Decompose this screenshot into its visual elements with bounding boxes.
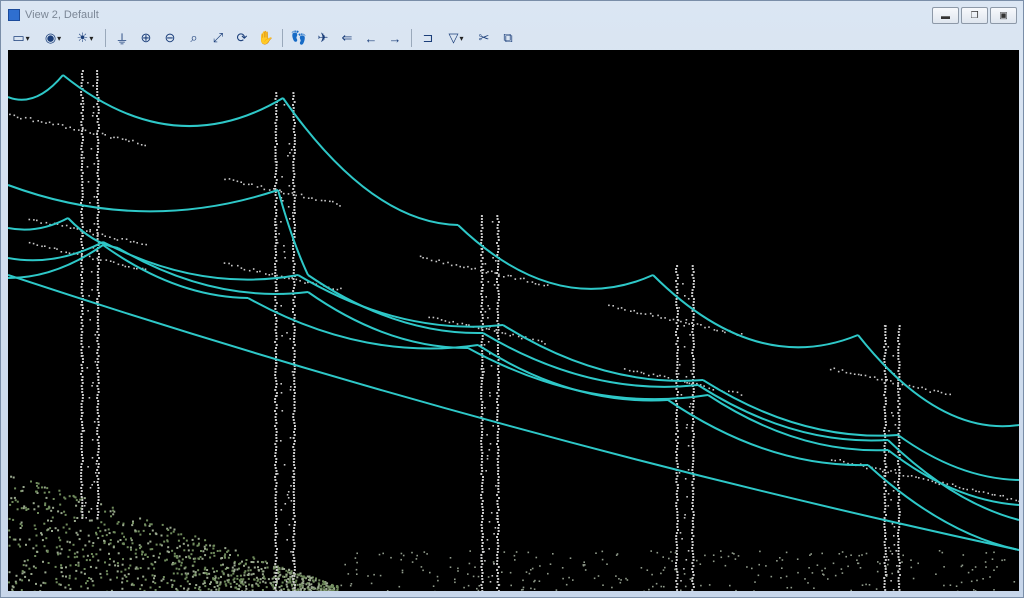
conductor-wire bbox=[297, 274, 504, 328]
toolbar-separator bbox=[411, 29, 412, 47]
restore-icon: ❐ bbox=[970, 10, 979, 20]
conductor-wire bbox=[8, 217, 69, 231]
conductor-wire bbox=[277, 189, 309, 276]
conductor-wire bbox=[8, 74, 64, 101]
title-bar[interactable]: View 2, Default ▬ ❐ ▣ bbox=[1, 1, 1023, 27]
window-title: View 2, Default bbox=[25, 9, 99, 21]
minimize-button[interactable]: ▬ bbox=[932, 7, 959, 24]
conductor-wire bbox=[467, 347, 709, 401]
conductor-wire bbox=[282, 97, 459, 226]
window-area-icon: ⌕ bbox=[190, 30, 198, 45]
close-button[interactable]: ▣ bbox=[990, 7, 1017, 24]
3d-view-canvas[interactable] bbox=[8, 50, 1019, 591]
fly-button[interactable]: ✈ bbox=[312, 27, 334, 49]
conductor-wire bbox=[307, 291, 469, 350]
view-attributes-icon: ▭ bbox=[12, 30, 25, 45]
view-previous-arrow-button[interactable]: ← bbox=[360, 27, 382, 49]
update-view-button[interactable]: ⏚ bbox=[111, 27, 133, 49]
conductor-wire bbox=[457, 224, 654, 290]
lighting-button[interactable]: ☀ bbox=[70, 27, 100, 49]
copy-view-icon: ⧉ bbox=[503, 30, 513, 45]
walk-button[interactable]: 👣 bbox=[288, 27, 310, 49]
conductor-wire bbox=[887, 439, 1019, 521]
lighting-icon: ☀ bbox=[76, 30, 89, 45]
fly-icon: ✈ bbox=[317, 30, 329, 45]
clear-clip-button[interactable]: ✂ bbox=[473, 27, 495, 49]
view-previous-icon: ⇐ bbox=[341, 30, 353, 45]
window-area-button[interactable]: ⌕ bbox=[183, 27, 205, 49]
conductor-wire bbox=[8, 244, 104, 280]
pan-view-icon: ✋ bbox=[257, 30, 275, 45]
zoom-in-icon: ⊕ bbox=[140, 30, 152, 45]
toolbar-separator bbox=[105, 29, 106, 47]
walk-icon: 👣 bbox=[290, 30, 308, 45]
conductor-wire bbox=[8, 241, 104, 262]
minimize-icon: ▬ bbox=[941, 10, 950, 21]
conductor-wire bbox=[102, 241, 299, 281]
conductor-wire bbox=[482, 332, 699, 388]
view-toolbar: ▭ ◉ ☀ ⏚ ⊕ ⊖ ⌕ ⤢ ⟳ ✋ 👣 ✈ ⇐ ← → ⊐ ▽ ✂ ⧉ bbox=[6, 27, 519, 49]
vegetation-points bbox=[8, 475, 1016, 591]
view-next-arrow-button[interactable]: → bbox=[384, 27, 406, 49]
display-mode-icon: ◉ bbox=[44, 30, 57, 45]
view-previous-button[interactable]: ⇐ bbox=[336, 27, 358, 49]
ground-wire bbox=[8, 274, 1019, 551]
power-line-wires bbox=[8, 74, 1019, 551]
rotate-view-button[interactable]: ⟳ bbox=[231, 27, 253, 49]
conductor-wire bbox=[702, 379, 899, 437]
conductor-wire bbox=[8, 184, 279, 213]
close-icon: ▣ bbox=[999, 10, 1008, 20]
toolbar-separator bbox=[282, 29, 283, 47]
zoom-in-button[interactable]: ⊕ bbox=[135, 27, 157, 49]
copy-view-button[interactable]: ⧉ bbox=[497, 27, 519, 49]
rotate-view-icon: ⟳ bbox=[236, 30, 248, 45]
zoom-out-icon: ⊖ bbox=[164, 30, 176, 45]
update-view-icon: ⏚ bbox=[115, 31, 129, 47]
conductor-wire bbox=[897, 434, 1019, 481]
point-cloud-scene bbox=[8, 70, 1019, 591]
camera-button[interactable]: ▽ bbox=[441, 27, 471, 49]
pan-view-button[interactable]: ✋ bbox=[255, 27, 277, 49]
view-window-icon bbox=[8, 9, 20, 21]
conductor-wire bbox=[857, 334, 1019, 428]
restore-button[interactable]: ❐ bbox=[961, 7, 988, 24]
fit-view-button[interactable]: ⤢ bbox=[207, 27, 229, 49]
clip-volume-icon: ⊐ bbox=[422, 30, 434, 45]
view-attributes-button[interactable]: ▭ bbox=[6, 27, 36, 49]
clip-volume-button[interactable]: ⊐ bbox=[417, 27, 439, 49]
camera-icon: ▽ bbox=[448, 30, 459, 45]
view-previous-arrow-icon: ← bbox=[364, 30, 378, 46]
view-next-arrow-icon: → bbox=[388, 30, 402, 46]
display-mode-button[interactable]: ◉ bbox=[38, 27, 68, 49]
view-window: View 2, Default ▬ ❐ ▣ ▭ ◉ ☀ ⏚ ⊕ ⊖ ⌕ ⤢ ⟳ ✋ 👣 ✈ ⇐ ← → ⊐ ▽ ✂… bbox=[0, 0, 1024, 598]
tower-point-clouds bbox=[9, 70, 1019, 591]
conductor-wire bbox=[707, 394, 889, 452]
conductor-wire bbox=[652, 274, 859, 349]
clear-clip-icon: ✂ bbox=[478, 30, 490, 45]
conductor-wire bbox=[502, 324, 704, 382]
conductor-wire bbox=[67, 217, 119, 249]
fit-view-icon: ⤢ bbox=[212, 30, 224, 45]
zoom-out-button[interactable]: ⊖ bbox=[159, 27, 181, 49]
